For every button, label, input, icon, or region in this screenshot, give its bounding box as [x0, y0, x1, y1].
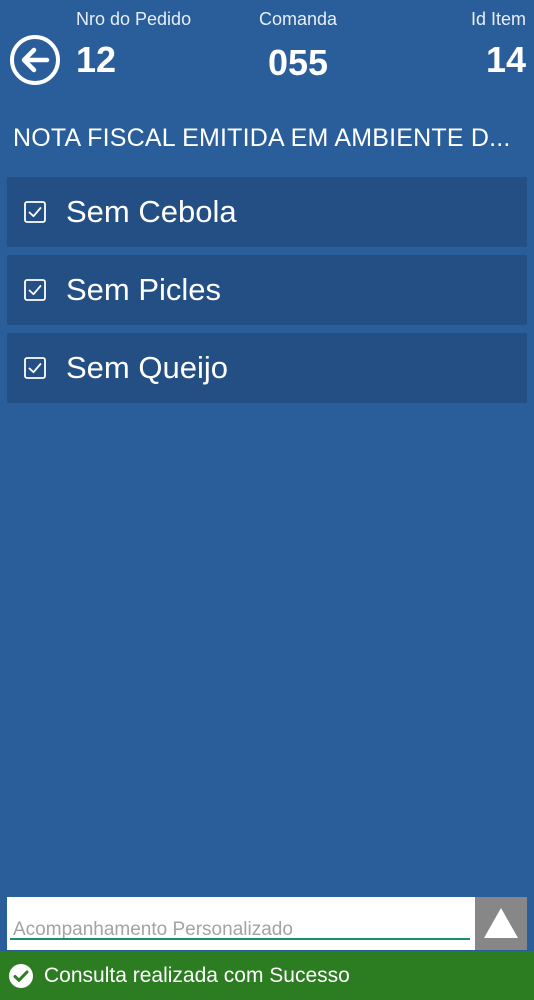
custom-side-input[interactable]	[7, 897, 475, 948]
comanda-value: 055	[267, 42, 329, 83]
checkbox-checked-icon[interactable]	[24, 279, 46, 301]
checkbox-checked-icon[interactable]	[24, 201, 46, 223]
triangle-up-icon	[484, 908, 518, 938]
checkbox-checked-icon[interactable]	[24, 357, 46, 379]
header: Nro do Pedido 12 Comanda 055 Id Item 14	[0, 0, 534, 110]
status-message: Consulta realizada com Sucesso	[44, 963, 350, 987]
options-list: Sem Cebola Sem Picles Sem Queijo	[7, 177, 527, 411]
option-sem-picles[interactable]: Sem Picles	[7, 255, 527, 325]
comanda-info: Comanda 055	[228, 9, 368, 83]
option-sem-cebola[interactable]: Sem Cebola	[7, 177, 527, 247]
custom-side-input-container	[7, 897, 475, 950]
comanda-label: Comanda	[258, 9, 338, 29]
input-underline	[10, 938, 470, 940]
option-label: Sem Picles	[66, 272, 222, 307]
option-sem-queijo[interactable]: Sem Queijo	[7, 333, 527, 403]
pedido-value: 12	[76, 39, 117, 80]
status-bar: Consulta realizada com Sucesso	[0, 951, 534, 1000]
pedido-label: Nro do Pedido	[76, 9, 192, 29]
item-label: Id Item	[470, 9, 526, 29]
check-circle-icon	[9, 963, 33, 988]
item-value: 14	[485, 39, 526, 80]
item-info: Id Item 14	[471, 9, 526, 80]
nota-fiscal-title: NOTA FISCAL EMITIDA EM AMBIENTE D...	[13, 124, 511, 152]
option-label: Sem Queijo	[66, 350, 228, 385]
send-button[interactable]	[475, 897, 527, 950]
arrow-left-circle-icon	[10, 35, 60, 85]
back-button[interactable]	[9, 34, 61, 86]
pedido-info: Nro do Pedido 12	[76, 9, 191, 80]
option-label: Sem Cebola	[66, 194, 237, 229]
